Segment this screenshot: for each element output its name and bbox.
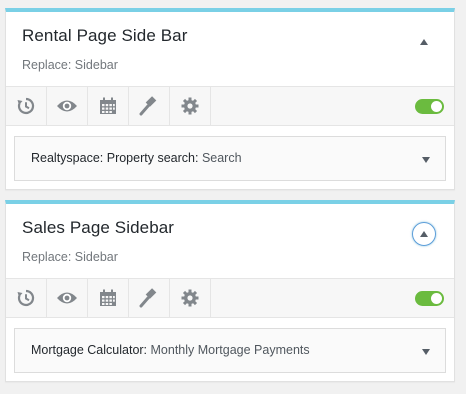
schedule-button[interactable] xyxy=(88,279,129,317)
gear-icon xyxy=(181,97,199,115)
rules-button[interactable] xyxy=(129,279,170,317)
gavel-icon xyxy=(139,288,157,308)
triangle-up-icon xyxy=(420,39,428,45)
collapse-button[interactable] xyxy=(412,30,436,54)
widget-name: Mortgage Calculator: xyxy=(31,343,148,357)
widget-item[interactable]: Mortgage Calculator: Monthly Mortgage Pa… xyxy=(14,328,446,373)
history-icon xyxy=(17,289,35,307)
history-icon xyxy=(17,97,35,115)
toggle-knob xyxy=(431,293,442,304)
sidebar-active-toggle[interactable] xyxy=(415,291,444,306)
gear-icon xyxy=(181,289,199,307)
panel-toolbar xyxy=(6,278,454,318)
rules-button[interactable] xyxy=(129,87,170,125)
schedule-button[interactable] xyxy=(88,87,129,125)
visibility-button[interactable] xyxy=(47,87,88,125)
history-button[interactable] xyxy=(6,87,47,125)
collapse-button[interactable] xyxy=(412,222,436,246)
widget-title: Monthly Mortgage Payments xyxy=(150,343,310,357)
widget-title: Search xyxy=(201,151,242,165)
panel-toolbar xyxy=(6,86,454,126)
sidebar-panel-sales: Sales Page Sidebar Replace: Sidebar Mort… xyxy=(5,200,455,382)
widget-label: Realtyspace: Property search: Search xyxy=(31,151,242,165)
visibility-button[interactable] xyxy=(47,279,88,317)
widget-item[interactable]: Realtyspace: Property search: Search xyxy=(14,136,446,181)
panel-title: Rental Page Side Bar xyxy=(22,26,188,45)
calendar-icon xyxy=(100,97,116,114)
calendar-icon xyxy=(100,289,116,306)
eye-icon xyxy=(57,292,77,304)
eye-icon xyxy=(57,100,77,112)
sidebar-active-toggle[interactable] xyxy=(415,99,444,114)
history-button[interactable] xyxy=(6,279,47,317)
triangle-down-icon[interactable] xyxy=(422,349,430,355)
widget-name: Realtyspace: Property search: xyxy=(31,151,199,165)
settings-button[interactable] xyxy=(170,279,211,317)
sidebar-panel-rental: Rental Page Side Bar Replace: Sidebar Re… xyxy=(5,8,455,190)
triangle-down-icon[interactable] xyxy=(422,157,430,163)
triangle-up-icon xyxy=(420,231,428,237)
toggle-knob xyxy=(431,101,442,112)
panel-subtitle: Replace: Sidebar xyxy=(22,250,118,264)
panel-subtitle: Replace: Sidebar xyxy=(22,58,118,72)
panel-title: Sales Page Sidebar xyxy=(22,218,175,237)
widget-label: Mortgage Calculator: Monthly Mortgage Pa… xyxy=(31,343,310,357)
gavel-icon xyxy=(139,96,157,116)
settings-button[interactable] xyxy=(170,87,211,125)
